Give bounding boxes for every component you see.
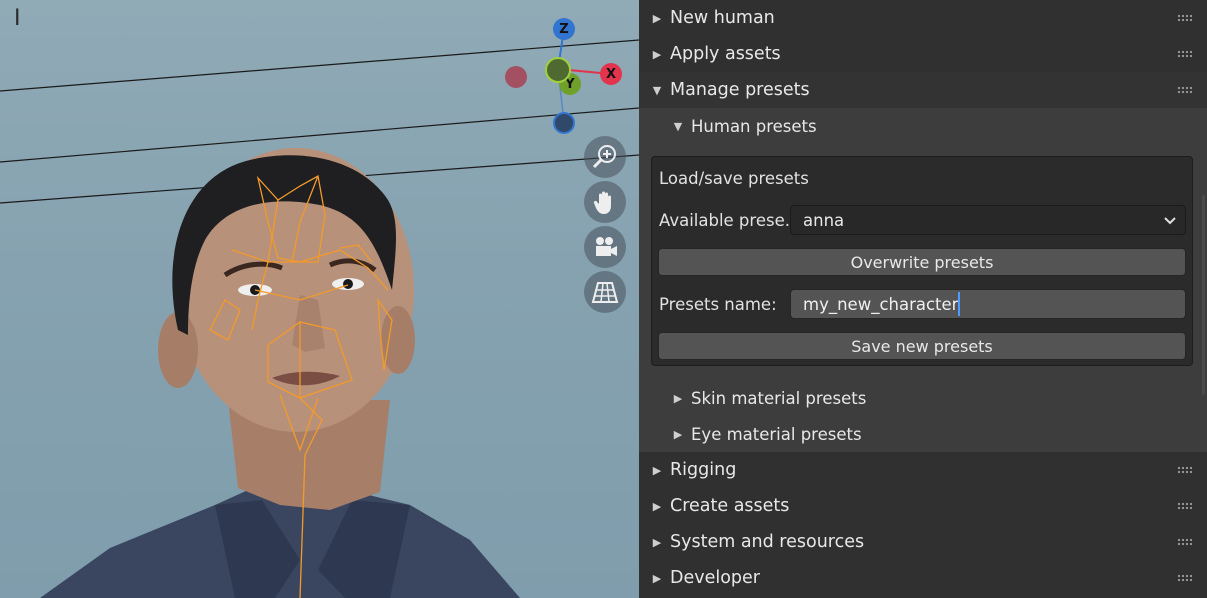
zoom-icon <box>592 145 616 169</box>
drag-grip-icon[interactable] <box>1177 50 1193 58</box>
section-rigging[interactable]: ▶ Rigging <box>639 452 1207 488</box>
input-value: my_new_character <box>803 294 959 314</box>
subsection-title: Human presets <box>691 116 817 136</box>
neg-x-axis-handle[interactable] <box>505 66 527 88</box>
overwrite-presets-button[interactable]: Overwrite presets <box>658 248 1186 276</box>
drag-grip-icon[interactable] <box>1177 502 1193 510</box>
chevron-down-icon <box>1164 217 1176 225</box>
pan-button[interactable] <box>584 181 626 223</box>
section-title: New human <box>670 8 775 28</box>
collapsed-arrow-icon: ▶ <box>652 11 662 25</box>
subsection-eye-material-presets[interactable]: ▶ Eye material presets <box>639 416 1207 452</box>
sidebar-panel: ▶ New human ▶ Apply assets ▼ Manage pres… <box>639 0 1207 598</box>
section-manage-presets[interactable]: ▼ Manage presets <box>639 72 1207 108</box>
available-presets-label: Available prese... <box>659 211 801 230</box>
dropdown-value: anna <box>803 210 845 230</box>
expanded-arrow-icon: ▼ <box>652 83 662 97</box>
available-presets-dropdown[interactable]: anna <box>790 205 1186 235</box>
section-title: Manage presets <box>670 80 810 100</box>
pan-hand-icon <box>593 191 611 214</box>
section-create-assets[interactable]: ▶ Create assets <box>639 488 1207 524</box>
text-cursor-icon: I <box>14 6 21 31</box>
subsection-title: Skin material presets <box>691 388 867 408</box>
drag-grip-icon[interactable] <box>1177 14 1193 22</box>
drag-grip-icon[interactable] <box>1177 86 1193 94</box>
neg-y-axis-handle[interactable] <box>545 57 571 83</box>
save-new-presets-button[interactable]: Save new presets <box>658 332 1186 360</box>
section-new-human[interactable]: ▶ New human <box>639 0 1207 36</box>
drag-grip-icon[interactable] <box>1177 538 1193 546</box>
panel-scrollbar[interactable] <box>1202 195 1205 395</box>
presets-name-label: Presets name: <box>659 295 777 314</box>
expanded-arrow-icon: ▼ <box>673 119 683 133</box>
subsection-human-presets[interactable]: ▼ Human presets <box>639 108 1207 144</box>
section-title: Create assets <box>670 496 790 516</box>
collapsed-arrow-icon: ▶ <box>652 463 662 477</box>
section-title: Apply assets <box>670 44 781 64</box>
neg-z-axis-handle[interactable] <box>553 112 575 134</box>
camera-icon <box>596 237 617 256</box>
x-axis-handle[interactable]: X <box>600 63 622 85</box>
section-apply-assets[interactable]: ▶ Apply assets <box>639 36 1207 72</box>
drag-grip-icon[interactable] <box>1177 574 1193 582</box>
3d-viewport[interactable]: I Z X Y <box>0 0 639 598</box>
collapsed-arrow-icon: ▶ <box>673 427 683 441</box>
zoom-button[interactable] <box>584 136 626 178</box>
collapsed-arrow-icon: ▶ <box>652 535 662 549</box>
text-caret <box>958 292 961 316</box>
subsection-skin-material-presets[interactable]: ▶ Skin material presets <box>639 380 1207 416</box>
collapsed-arrow-icon: ▶ <box>652 47 662 61</box>
section-title: Rigging <box>670 460 737 480</box>
camera-view-button[interactable] <box>584 226 626 268</box>
grid-perspective-icon <box>591 282 619 303</box>
collapsed-arrow-icon: ▶ <box>673 391 683 405</box>
section-system-and-resources[interactable]: ▶ System and resources <box>639 524 1207 560</box>
section-title: Developer <box>670 568 761 588</box>
z-axis-handle[interactable]: Z <box>553 18 575 40</box>
subsection-title: Eye material presets <box>691 424 862 444</box>
presets-name-input[interactable]: my_new_character <box>790 289 1186 319</box>
collapsed-arrow-icon: ▶ <box>652 571 662 585</box>
section-developer[interactable]: ▶ Developer <box>639 560 1207 596</box>
collapsed-arrow-icon: ▶ <box>652 499 662 513</box>
section-title: System and resources <box>670 532 865 552</box>
perspective-toggle-button[interactable] <box>584 271 626 313</box>
drag-grip-icon[interactable] <box>1177 466 1193 474</box>
load-save-heading: Load/save presets <box>659 169 809 188</box>
